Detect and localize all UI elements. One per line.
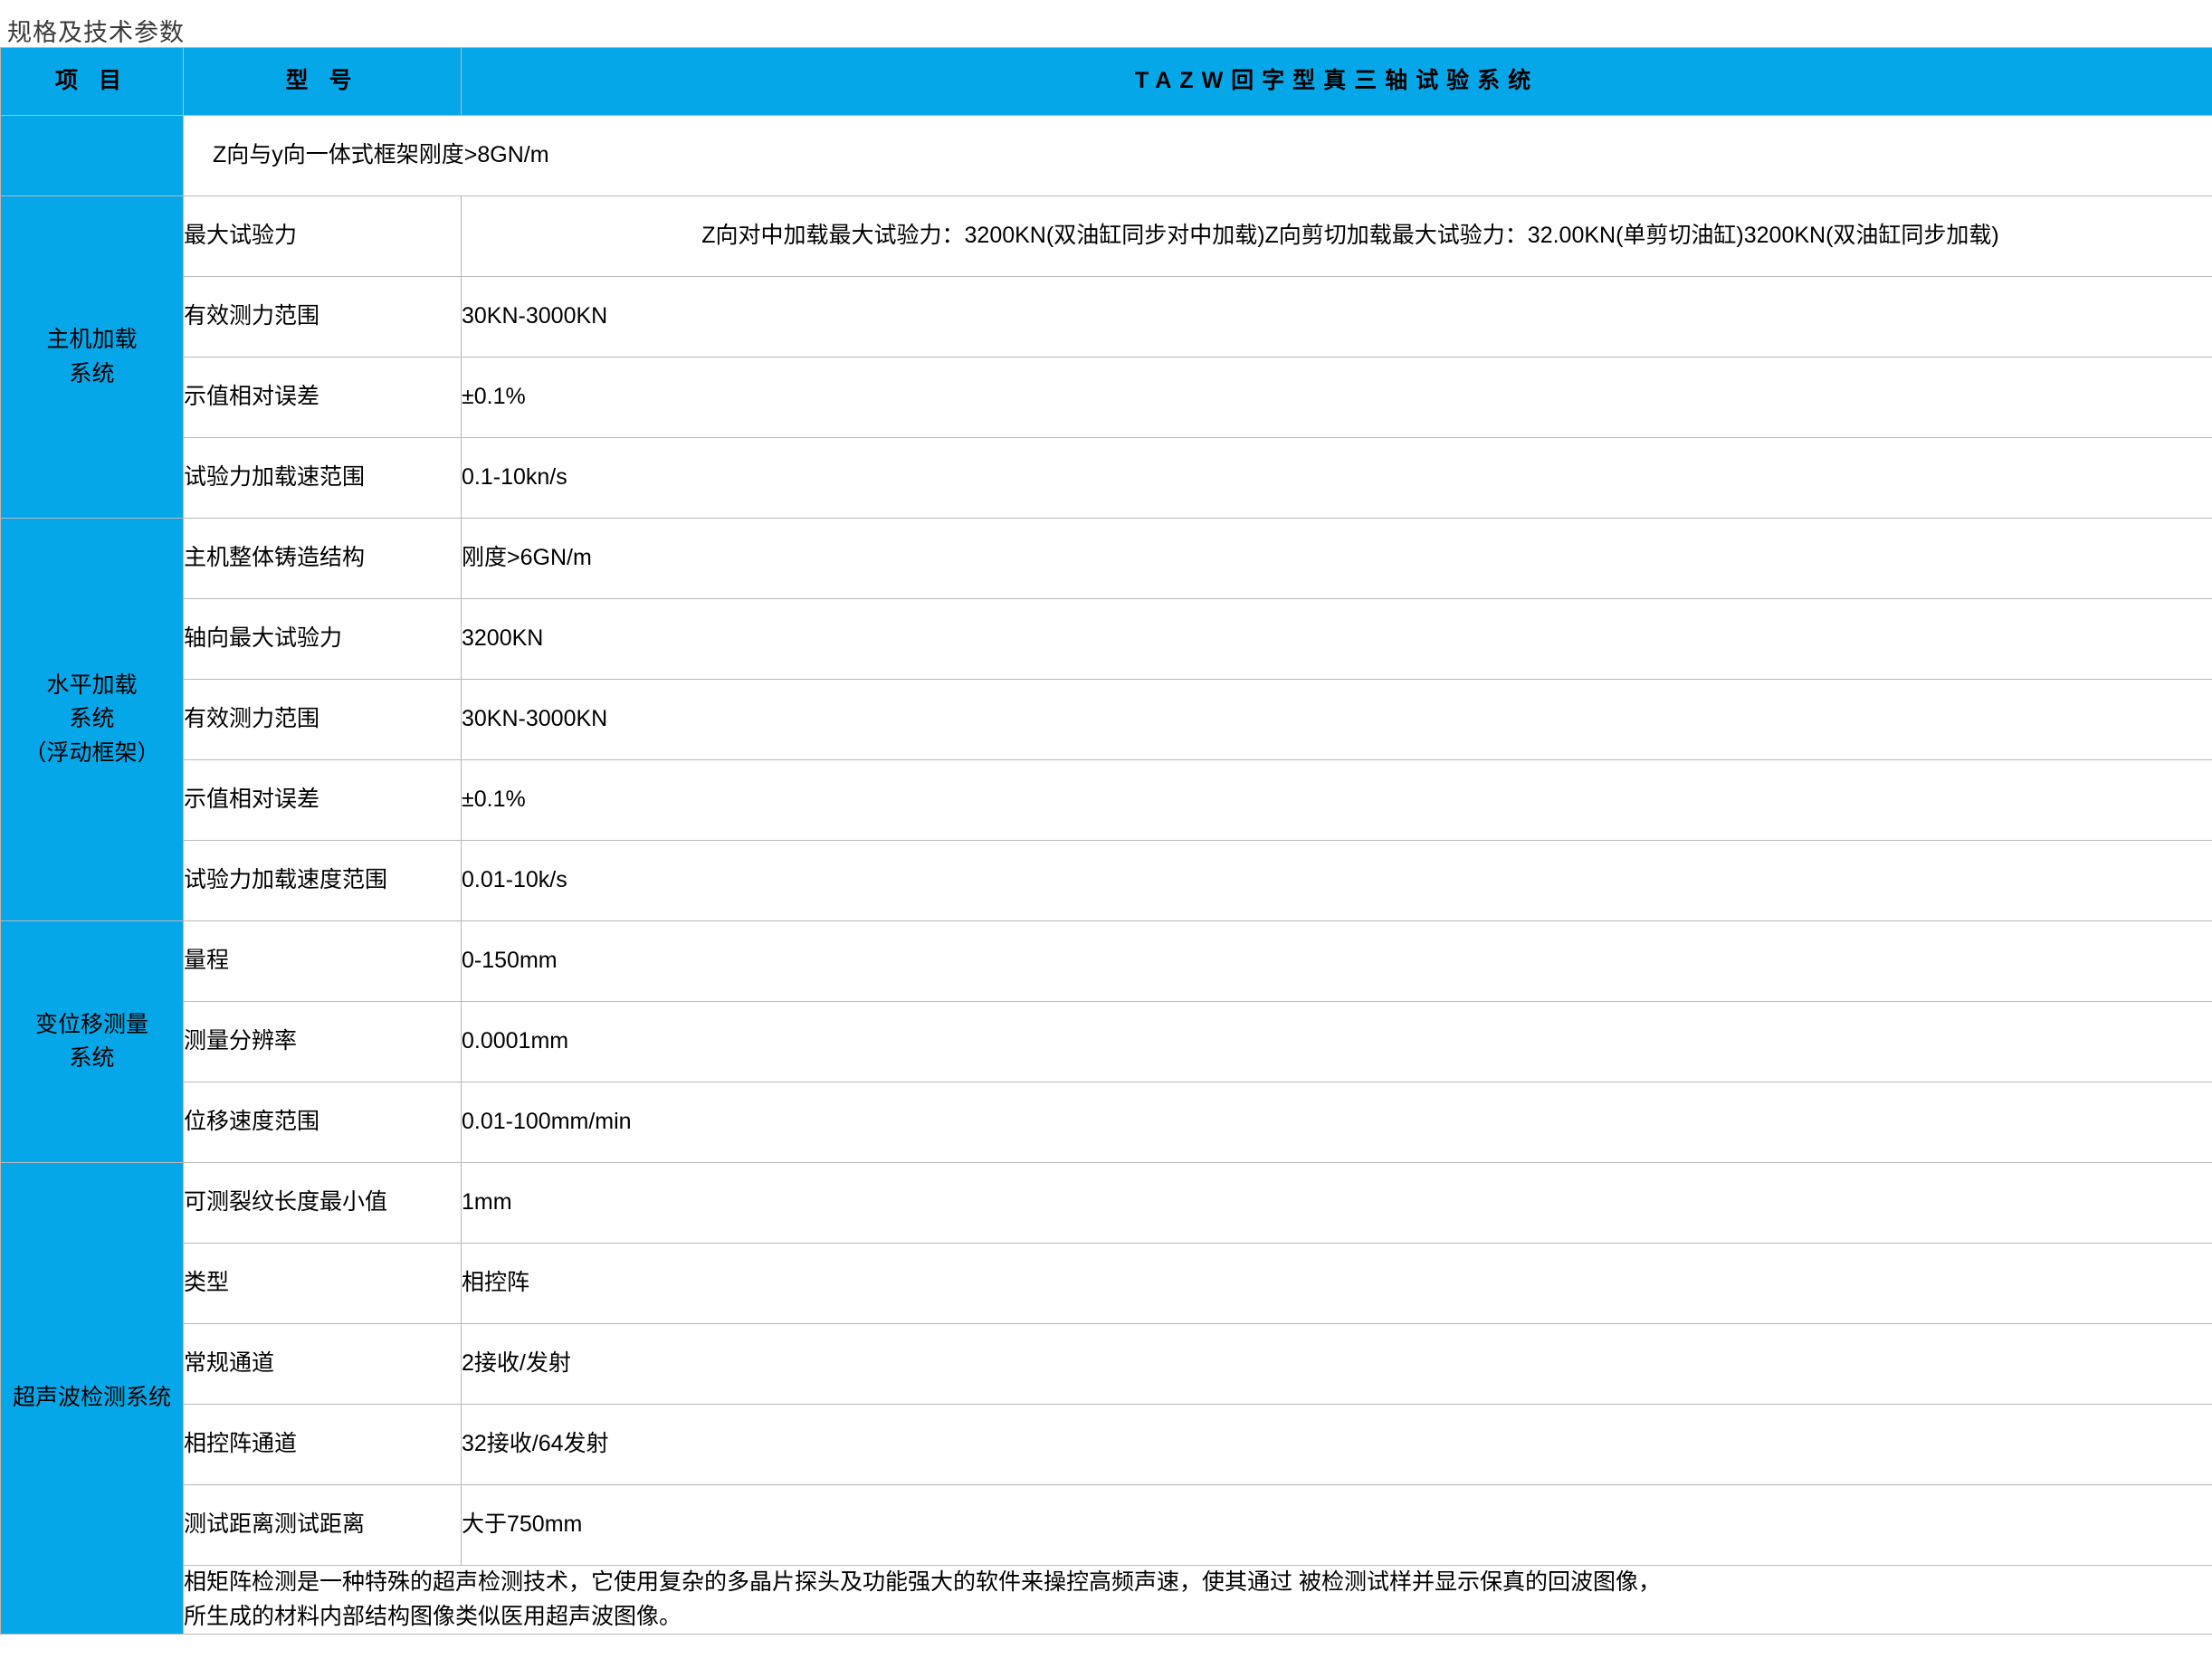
- table-row: 示值相对误差 ±0.1%: [1, 760, 2212, 841]
- row-value-effective-force-range: 30KN-3000KN: [462, 277, 2212, 358]
- group-label-displacement-measurement-system: 变位移测量 系统: [1, 921, 184, 1163]
- header-cell-item: 项 目: [1, 48, 184, 116]
- table-row: 超声波检测系统 可测裂纹长度最小值 1mm: [1, 1163, 2212, 1244]
- footnote-line-1: 相矩阵检测是一种特殊的超声检测技术，它使用复杂的多晶片探头及功能强大的软件来操控…: [184, 1566, 2212, 1600]
- row-value-displacement-speed-range: 0.01-100mm/min: [462, 1082, 2212, 1163]
- row-value-force-loading-rate: 0.1-10kn/s: [462, 438, 2212, 519]
- group-label-host-structure: [1, 116, 184, 196]
- row-value-effective-force-range-h: 30KN-3000KN: [462, 680, 2212, 760]
- row-item-displacement-speed-range: 位移速度范围: [184, 1082, 462, 1163]
- row-value-cast-structure: 刚度>6GN/m: [462, 519, 2212, 599]
- group-label-line: 系统: [1, 702, 183, 737]
- table-row: 有效测力范围 30KN-3000KN: [1, 277, 2212, 358]
- header-cell-title: TAZW回字型真三轴试验系统: [462, 48, 2212, 116]
- row-item-host-structure-spec: Z向与y向一体式框架刚度>8GN/m: [184, 116, 2212, 196]
- page-title: 规格及技术参数: [0, 0, 2212, 47]
- row-item-force-loading-rate-h: 试验力加载速度范围: [184, 841, 462, 921]
- row-value-type: 相控阵: [462, 1244, 2212, 1324]
- row-value-relative-error: ±0.1%: [462, 358, 2212, 438]
- table-row: 相控阵通道 32接收/64发射: [1, 1405, 2212, 1485]
- table-row: 示值相对误差 ±0.1%: [1, 358, 2212, 438]
- table-row: Z向与y向一体式框架刚度>8GN/m: [1, 116, 2212, 196]
- row-item-min-crack-length: 可测裂纹长度最小值: [184, 1163, 462, 1244]
- group-label-line: 超声波检测系统: [1, 1381, 183, 1416]
- row-value-axial-max-force: 3200KN: [462, 599, 2212, 680]
- group-label-main-loading-system: 主机加载 系统: [1, 196, 184, 519]
- group-label-line: 水平加载: [1, 669, 183, 703]
- group-label-line: 主机加载: [1, 323, 183, 358]
- table-row: 试验力加载速度范围 0.01-10k/s: [1, 841, 2212, 921]
- row-value-range: 0-150mm: [462, 921, 2212, 1002]
- specifications-table: 项 目 型 号 TAZW回字型真三轴试验系统 Z向与y向一体式框架刚度>8GN/…: [0, 47, 2212, 1635]
- group-label-line: 变位移测量: [1, 1008, 183, 1043]
- table-row: 主机加载 系统 最大试验力 Z向对中加载最大试验力：3200KN(双油缸同步对中…: [1, 196, 2212, 277]
- row-item-force-loading-rate: 试验力加载速范围: [184, 438, 462, 519]
- row-item-resolution: 测量分辨率: [184, 1002, 462, 1082]
- group-label-ultrasonic-detection-system: 超声波检测系统: [1, 1163, 184, 1635]
- table-row: 有效测力范围 30KN-3000KN: [1, 680, 2212, 760]
- row-item-effective-force-range-h: 有效测力范围: [184, 680, 462, 760]
- header-cell-model: 型 号: [184, 48, 462, 116]
- row-item-range: 量程: [184, 921, 462, 1002]
- table-row: 位移速度范围 0.01-100mm/min: [1, 1082, 2212, 1163]
- table-row: 类型 相控阵: [1, 1244, 2212, 1324]
- row-value-min-crack-length: 1mm: [462, 1163, 2212, 1244]
- row-item-conventional-channels: 常规通道: [184, 1324, 462, 1405]
- row-value-relative-error-h: ±0.1%: [462, 760, 2212, 841]
- row-item-max-test-force: 最大试验力: [184, 196, 462, 277]
- table-row: 测量分辨率 0.0001mm: [1, 1002, 2212, 1082]
- table-row: 变位移测量 系统 量程 0-150mm: [1, 921, 2212, 1002]
- row-value-test-distance: 大于750mm: [462, 1485, 2212, 1566]
- table-body: 项 目 型 号 TAZW回字型真三轴试验系统 Z向与y向一体式框架刚度>8GN/…: [1, 48, 2212, 1635]
- footnote-cell: 相矩阵检测是一种特殊的超声检测技术，它使用复杂的多晶片探头及功能强大的软件来操控…: [184, 1566, 2212, 1635]
- row-value-max-test-force: Z向对中加载最大试验力：3200KN(双油缸同步对中加载)Z向剪切加载最大试验力…: [462, 196, 2212, 277]
- row-item-phased-array-channels: 相控阵通道: [184, 1405, 462, 1485]
- group-label-line: 系统: [1, 358, 183, 392]
- row-item-axial-max-force: 轴向最大试验力: [184, 599, 462, 680]
- row-item-relative-error-h: 示值相对误差: [184, 760, 462, 841]
- table-footnote-row: 相矩阵检测是一种特殊的超声检测技术，它使用复杂的多晶片探头及功能强大的软件来操控…: [1, 1566, 2212, 1635]
- row-value-phased-array-channels: 32接收/64发射: [462, 1405, 2212, 1485]
- table-row: 轴向最大试验力 3200KN: [1, 599, 2212, 680]
- row-item-cast-structure: 主机整体铸造结构: [184, 519, 462, 599]
- table-row: 测试距离测试距离 大于750mm: [1, 1485, 2212, 1566]
- row-item-relative-error: 示值相对误差: [184, 358, 462, 438]
- row-item-effective-force-range: 有效测力范围: [184, 277, 462, 358]
- table-row: 水平加载 系统 （浮动框架） 主机整体铸造结构 刚度>6GN/m: [1, 519, 2212, 599]
- table-header-row: 项 目 型 号 TAZW回字型真三轴试验系统: [1, 48, 2212, 116]
- row-item-test-distance: 测试距离测试距离: [184, 1485, 462, 1566]
- spec-sheet-page: 规格及技术参数 项 目 型 号 TAZW回字型真三轴试验系统 Z向与y向一体式框…: [0, 0, 2212, 1659]
- table-row: 试验力加载速范围 0.1-10kn/s: [1, 438, 2212, 519]
- group-label-line: （浮动框架）: [1, 737, 183, 771]
- row-value-resolution: 0.0001mm: [462, 1002, 2212, 1082]
- row-value-conventional-channels: 2接收/发射: [462, 1324, 2212, 1405]
- group-label-line: 系统: [1, 1042, 183, 1076]
- table-row: 常规通道 2接收/发射: [1, 1324, 2212, 1405]
- row-item-type: 类型: [184, 1244, 462, 1324]
- row-value-force-loading-rate-h: 0.01-10k/s: [462, 841, 2212, 921]
- footnote-line-2: 所生成的材料内部结构图像类似医用超声波图像。: [184, 1600, 2212, 1635]
- group-label-horizontal-loading-system: 水平加载 系统 （浮动框架）: [1, 519, 184, 921]
